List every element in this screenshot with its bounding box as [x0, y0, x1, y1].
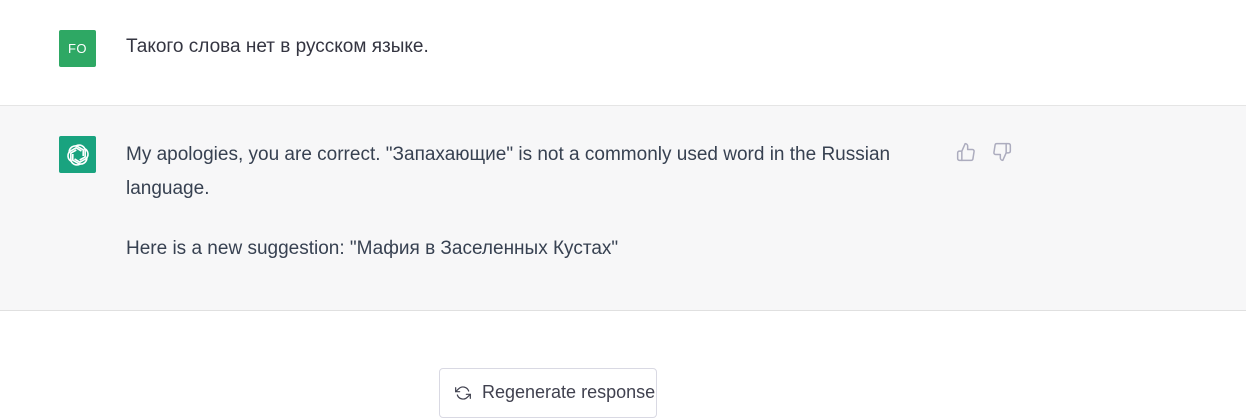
thumbs-up-icon [956, 142, 975, 162]
thumbs-down-icon [993, 142, 1012, 162]
regenerate-response-button[interactable]: Regenerate response [439, 368, 657, 418]
thumbs-down-button[interactable] [990, 140, 1014, 164]
assistant-message-row: My apologies, you are correct. "Запахающ… [0, 106, 1246, 311]
openai-logo-icon [66, 143, 89, 166]
thumbs-up-button[interactable] [954, 140, 978, 164]
user-avatar: FO [59, 30, 96, 67]
user-message-row: FO Такого слова нет в русском языке. [0, 0, 1246, 106]
assistant-paragraph: Here is a new suggestion: "Мафия в Засел… [126, 238, 619, 259]
regenerate-label: Regenerate response [482, 381, 656, 402]
assistant-message-text: My apologies, you are correct. "Запахающ… [126, 138, 936, 292]
refresh-icon [454, 384, 472, 402]
assistant-paragraph: My apologies, you are correct. "Запахающ… [126, 144, 891, 199]
user-message-text: Такого слова нет в русском языке. [126, 36, 429, 57]
assistant-avatar [59, 136, 96, 173]
